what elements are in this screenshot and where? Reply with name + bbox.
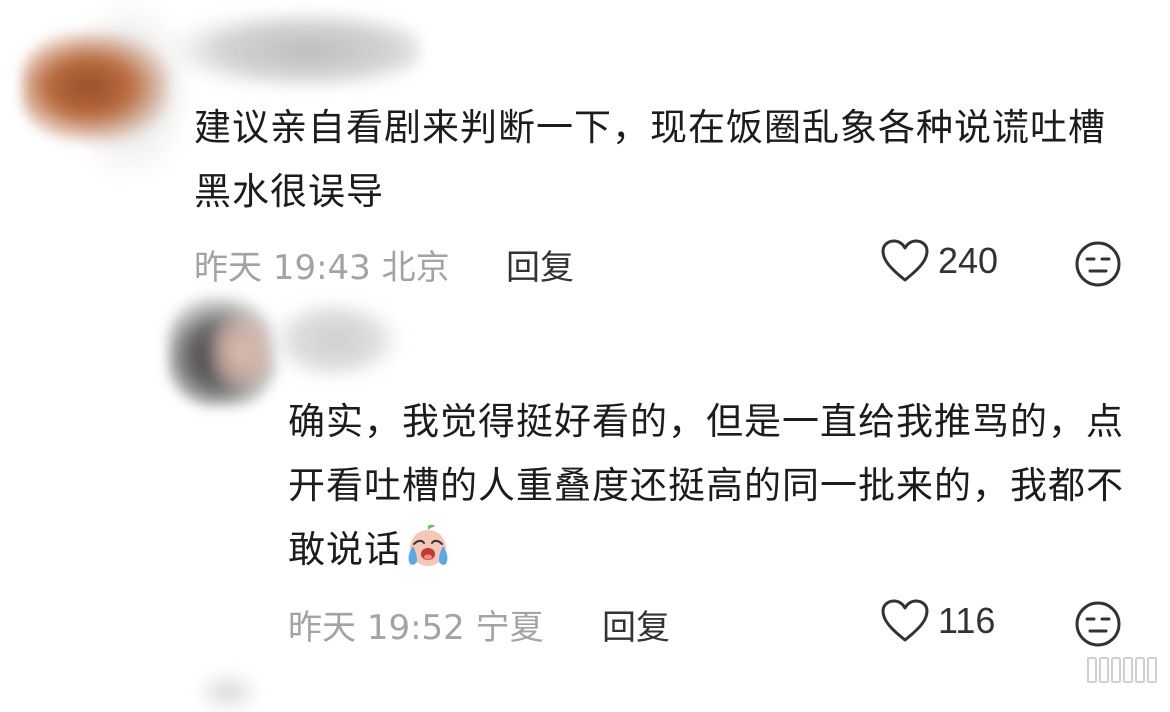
comment-location: 宁夏 — [475, 608, 544, 648]
like-button[interactable]: 240 — [880, 238, 998, 284]
avatar[interactable] — [198, 672, 258, 712]
like-count: 116 — [938, 600, 996, 641]
comment-location: 北京 — [381, 248, 450, 288]
watermark-logo — [1087, 657, 1157, 683]
comment-time: 19:52 — [366, 608, 465, 648]
redacted-avatar-shadow — [206, 312, 276, 392]
meh-face-icon — [1075, 241, 1121, 287]
heart-outline-icon — [881, 599, 929, 642]
heart-outline-icon — [881, 239, 929, 282]
crying-face-emoji — [408, 524, 448, 566]
dislike-button[interactable] — [1074, 240, 1122, 292]
meh-face-icon — [1075, 601, 1121, 647]
like-button[interactable]: 116 — [880, 598, 995, 644]
comment-time: 19:43 — [272, 248, 371, 288]
comment-date: 昨天 — [194, 248, 262, 288]
comment-text: 建议亲自看剧来判断一下，现在饭圈乱象各种说谎吐槽黑水很误导 — [194, 106, 1106, 213]
comment-meta: 昨天 19:43 北京 — [194, 240, 450, 289]
reply-button[interactable]: 回复 — [602, 600, 670, 649]
dislike-button[interactable] — [1074, 600, 1122, 652]
comment-meta: 昨天 19:52 宁夏 — [288, 600, 544, 649]
like-count: 240 — [938, 240, 999, 281]
comment-date: 昨天 — [288, 608, 356, 648]
reply-button[interactable]: 回复 — [506, 240, 574, 289]
avatar[interactable] — [22, 32, 170, 142]
redacted-username[interactable] — [170, 10, 420, 90]
redacted-username[interactable] — [270, 300, 400, 380]
comment-text: 确实，我觉得挺好看的，但是一直给我推骂的，点开看吐槽的人重叠度还挺高的同一批来的… — [288, 390, 1138, 582]
